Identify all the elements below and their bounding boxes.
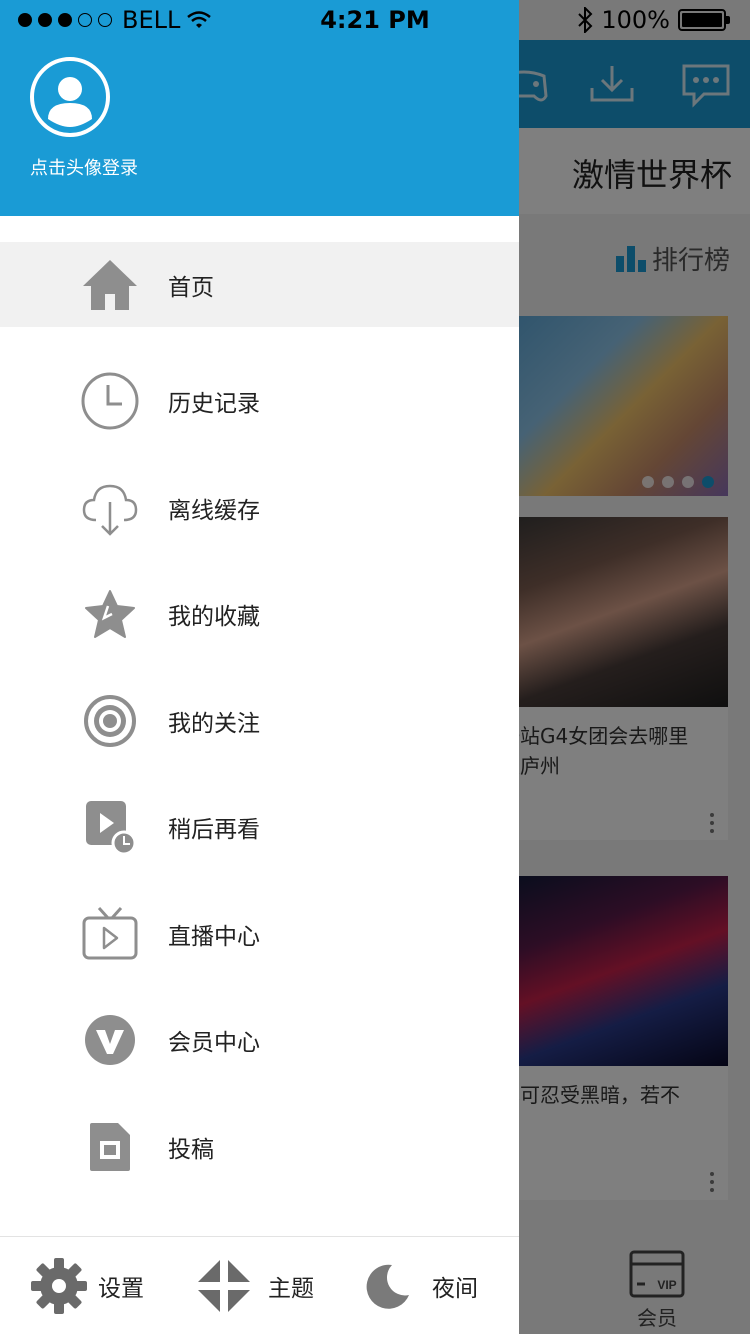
login-hint[interactable]: 点击头像登录	[30, 154, 138, 180]
status-bar: BELL 4:21 PM 100%	[0, 0, 750, 40]
drawer-footer: 设置 主题 夜间	[0, 1236, 519, 1334]
menu-item-label: 会员中心	[168, 1030, 260, 1057]
night-mode-button[interactable]: 夜间	[362, 1237, 478, 1334]
menu-item-label: 投稿	[168, 1136, 214, 1163]
user-icon	[48, 77, 92, 127]
upload-card-icon	[80, 1117, 140, 1177]
menu-item-vip-center[interactable]: 会员中心	[0, 987, 519, 1094]
battery-info: 100%	[577, 6, 730, 34]
menu-item-watch-later[interactable]: 稍后再看	[0, 774, 519, 881]
gear-icon	[31, 1258, 87, 1314]
avatar[interactable]	[30, 57, 110, 137]
home-icon	[80, 255, 140, 315]
drawer-menu: 首页 历史记录 离线缓存 我的收藏 我的关注 稍后再看 直播中心 会员中心 投稿	[0, 242, 519, 1200]
clock-icon	[80, 371, 140, 431]
menu-item-label: 离线缓存	[168, 497, 260, 524]
menu-item-following[interactable]: 我的关注	[0, 668, 519, 775]
battery-percent: 100%	[601, 6, 670, 34]
settings-label: 设置	[98, 1276, 144, 1302]
menu-item-label: 我的收藏	[168, 604, 260, 631]
night-mode-label: 夜间	[432, 1276, 478, 1302]
menu-item-label: 直播中心	[168, 923, 260, 950]
menu-item-offline-cache[interactable]: 离线缓存	[0, 455, 519, 562]
bluetooth-icon	[578, 7, 593, 33]
theme-icon	[198, 1260, 250, 1312]
theme-label: 主题	[268, 1276, 314, 1302]
play-later-icon	[80, 797, 140, 857]
menu-item-home[interactable]: 首页	[0, 242, 519, 327]
menu-item-label: 稍后再看	[168, 817, 260, 844]
menu-item-favorites[interactable]: 我的收藏	[0, 561, 519, 668]
menu-item-history[interactable]: 历史记录	[0, 348, 519, 455]
star-icon	[80, 584, 140, 644]
menu-item-live-center[interactable]: 直播中心	[0, 881, 519, 988]
navigation-drawer: 点击头像登录 首页 历史记录 离线缓存 我的收藏 我的关注 稍后再看 直播中心 …	[0, 0, 519, 1334]
tv-icon	[80, 904, 140, 964]
settings-button[interactable]: 设置	[30, 1237, 144, 1334]
moon-icon	[366, 1264, 409, 1309]
vip-icon	[80, 1010, 140, 1070]
menu-item-label: 历史记录	[168, 391, 260, 418]
menu-item-label: 我的关注	[168, 710, 260, 737]
cloud-download-icon	[80, 478, 140, 538]
theme-button[interactable]: 主题	[196, 1237, 314, 1334]
menu-item-label: 首页	[168, 274, 214, 301]
menu-item-contribute[interactable]: 投稿	[0, 1094, 519, 1201]
battery-icon	[678, 9, 726, 31]
eye-icon	[80, 691, 140, 751]
